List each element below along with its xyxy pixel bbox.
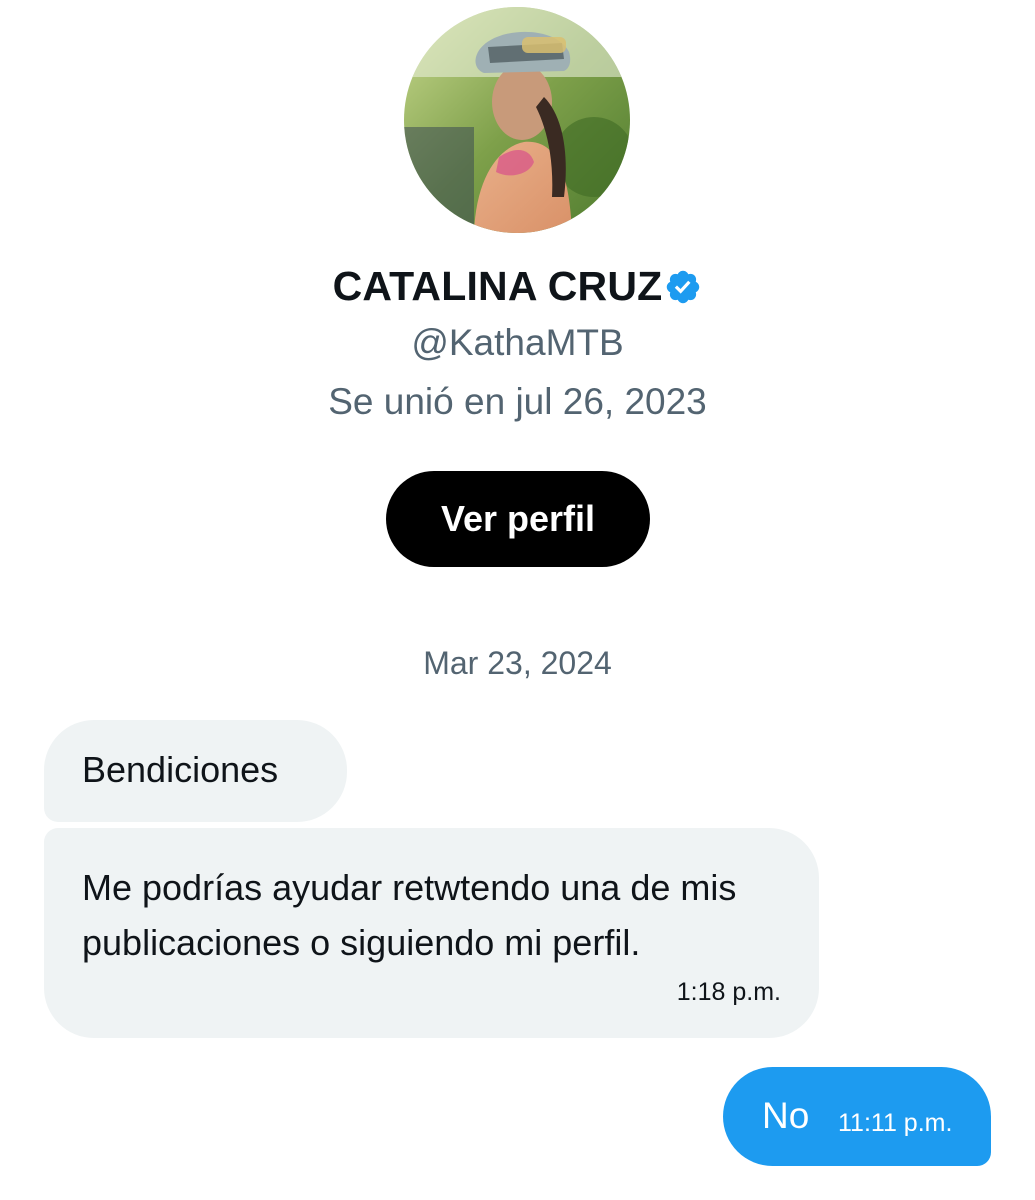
profile-avatar[interactable] <box>404 7 630 233</box>
message-timestamp: 1:18 p.m. <box>676 978 781 1006</box>
profile-name: CATALINA CRUZ <box>332 262 663 309</box>
verified-badge-icon <box>667 270 700 304</box>
view-profile-button[interactable]: Ver perfil <box>386 471 650 567</box>
profile-joined-date: Se unió en jul 26, 2023 <box>328 381 707 422</box>
date-separator: Mar 23, 2024 <box>423 645 612 681</box>
message-bubble-outgoing[interactable]: No 11:11 p.m. <box>723 1067 991 1166</box>
message-text: No <box>762 1095 810 1136</box>
message-bubble-incoming[interactable]: Bendiciones <box>44 720 347 822</box>
message-text: Bendiciones <box>82 749 279 790</box>
message-timestamp: 11:11 p.m. <box>838 1109 953 1137</box>
message-bubble-incoming[interactable]: Me podrías ayudar retwtendo una de mis p… <box>44 828 819 1038</box>
message-text: Me podrías ayudar retwtendo una de mis p… <box>82 867 737 963</box>
profile-handle: @KathaMTB <box>411 322 624 363</box>
profile-name-row: CATALINA CRUZ <box>0 258 1035 314</box>
